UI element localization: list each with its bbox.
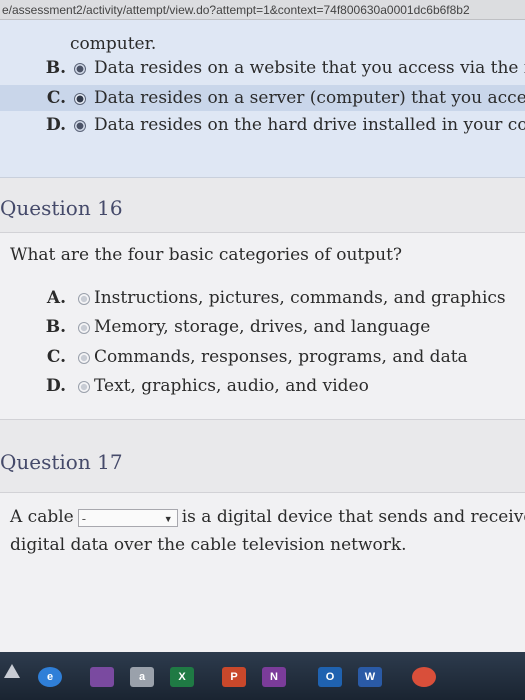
question-17-box: A cable - ▼ is a digital device that sends … [0,492,525,652]
question-16-prompt: What are the four basic categories of ou… [10,245,403,265]
question-17-text-after: is a digital device that sends and recei… [181,507,525,527]
option-letter: D. [45,376,66,396]
radio-button[interactable] [74,63,86,75]
previous-question-card: computer. B. Data resides on a website t… [0,20,525,178]
outlook-icon[interactable]: O [318,667,342,687]
radio-button[interactable] [78,381,90,393]
ie-icon[interactable]: e [38,667,62,687]
q16-option-c[interactable]: C. Commands, responses, programs, and da… [0,344,525,370]
question-17-line-1: A cable - ▼ is a digital device that sends … [10,507,525,527]
paint-icon[interactable] [90,667,114,687]
taskbar: e aX PN OW [0,652,525,700]
excel-icon[interactable]: X [170,667,194,687]
word-icon[interactable]: W [358,667,382,687]
question-16-box: What are the four basic categories of ou… [0,232,525,420]
amazon-icon[interactable]: a [130,667,154,687]
radio-button[interactable] [78,352,90,364]
answer-select[interactable]: - ▼ [77,508,178,527]
q16-option-a[interactable]: A. Instructions, pictures, commands, and… [0,285,525,311]
question-16-heading: Question 16 [0,196,123,220]
question-17-line-2: digital data over the cable television n… [10,535,407,555]
option-text: Data resides on a website that you acces… [94,58,525,78]
radio-button[interactable] [74,120,86,132]
radio-button[interactable] [78,293,90,305]
question-17-text-before: A cable [10,507,74,527]
start-icon[interactable] [4,664,20,678]
option-text: Instructions, pictures, commands, and gr… [94,288,506,308]
radio-button-selected[interactable] [74,93,86,105]
onenote-icon[interactable]: N [262,667,286,687]
option-letter: A. [46,288,66,308]
option-letter: C. [46,347,66,367]
option-letter: C. [46,88,66,108]
option-text: Data resides on the hard drive installed… [94,115,525,135]
chrome-icon[interactable] [412,667,436,687]
q16-option-b[interactable]: B. Memory, storage, drives, and language [0,314,525,340]
prev-option-c[interactable]: C. Data resides on a server (computer) t… [0,85,525,111]
select-value: - [81,510,87,526]
powerpoint-icon[interactable]: P [222,667,246,687]
option-text: Data resides on a server (computer) that… [94,88,525,108]
q16-option-d[interactable]: D. Text, graphics, audio, and video [0,373,525,399]
dropdown-arrow-icon: ▼ [163,513,173,524]
option-letter: D. [45,115,66,135]
question-17-heading: Question 17 [0,450,123,474]
option-text: Memory, storage, drives, and language [94,317,431,337]
radio-button[interactable] [78,322,90,334]
option-letter: B. [45,58,66,78]
option-text: Text, graphics, audio, and video [94,376,369,396]
address-bar[interactable]: e/assessment2/activity/attempt/view.do?a… [0,0,525,20]
prev-option-d[interactable]: D. Data resides on the hard drive instal… [0,112,525,138]
option-letter: B. [45,317,66,337]
option-text: Commands, responses, programs, and data [94,347,468,367]
prev-option-b[interactable]: B. Data resides on a website that you ac… [0,55,525,81]
continued-option-text: computer. [70,34,157,54]
url-text: e/assessment2/activity/attempt/view.do?a… [2,3,470,17]
